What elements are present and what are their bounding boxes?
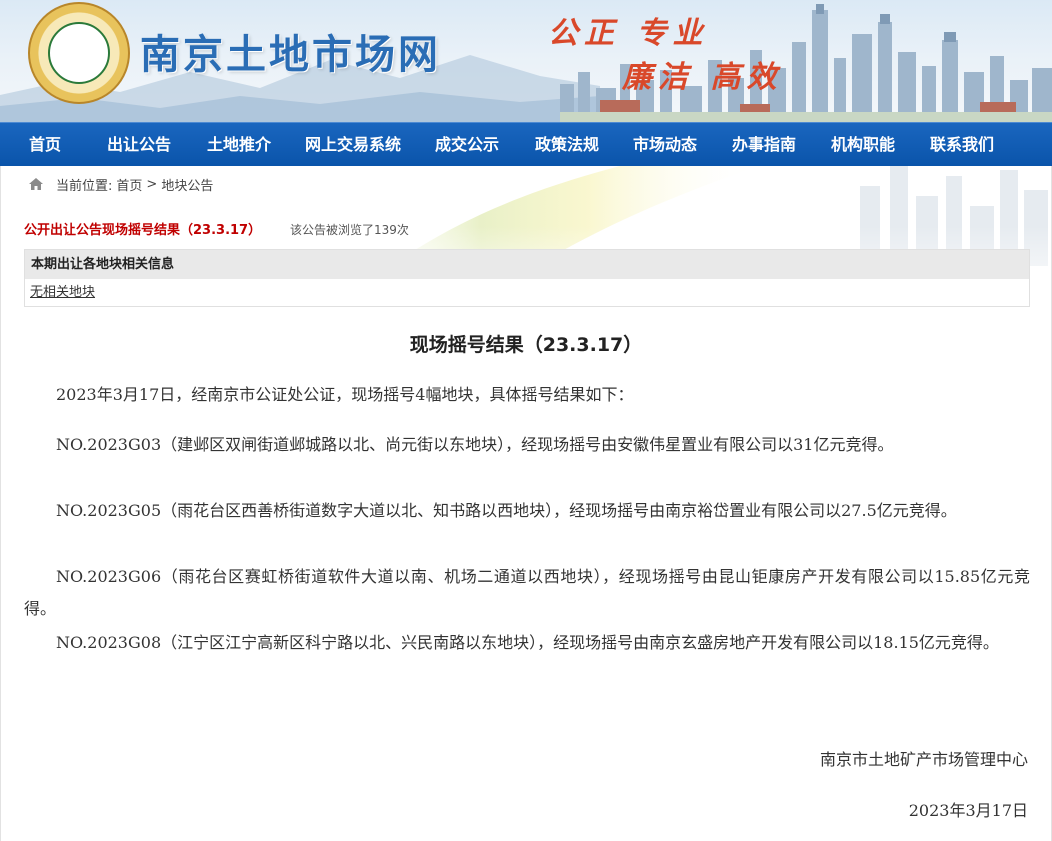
nav-item-land-transfer[interactable]: 出让公告 [96,123,182,167]
notice-title: 公开出让公告现场摇号结果（23.3.17） [24,223,262,238]
article-date: 2023年3月17日 [908,801,1028,820]
nav-item-service-guide[interactable]: 办事指南 [721,123,807,167]
nav-item-policies[interactable]: 政策法规 [524,123,610,167]
related-parcels-header: 本期出让各地块相关信息 [25,250,1029,279]
article-paragraph: NO.2023G06（雨花台区赛虹桥街道软件大道以南、机场二通道以西地块），经现… [24,567,1030,618]
article-paragraph: NO.2023G08（江宁区江宁高新区科宁路以北、兴民南路以东地块），经现场摇号… [56,633,999,652]
main-nav: 首页 出让公告 土地推介 网上交易系统 成交公示 政策法规 市场动态 办事指南 … [0,122,1052,166]
related-parcels-link[interactable]: 无相关地块 [30,285,95,300]
site-title: 南京土地市场网 [140,32,441,78]
breadcrumb-prefix: 当前位置: [56,178,113,194]
site-logo[interactable] [28,2,130,104]
view-count: 该公告被浏览了139次 [290,223,409,237]
article-paragraph: NO.2023G03（建邺区双闸街道邺城路以北、尚元街以东地块），经现场摇号由安… [56,435,894,454]
site-banner: 南京土地市场网 公正 专业 廉洁 高效 [0,0,1052,122]
home-icon [28,177,44,191]
article-title: 现场摇号结果（23.3.17） [409,334,643,356]
breadcrumb-current[interactable]: 地块公告 [161,175,213,194]
breadcrumb-home-link[interactable]: 首页 [116,175,142,194]
breadcrumb: 当前位置: 首页 > 地块公告 [28,174,213,194]
breadcrumb-separator: > [146,176,158,192]
article-paragraph: NO.2023G05（雨花台区西善桥街道数字大道以北、知书路以西地块），经现场摇… [56,501,957,520]
nav-item-market-news[interactable]: 市场动态 [622,123,708,167]
nav-item-online-trading[interactable]: 网上交易系统 [296,123,410,167]
nav-item-contact[interactable]: 联系我们 [919,123,1005,167]
nav-item-land-promotion[interactable]: 土地推介 [196,123,282,167]
slogan-line-1: 公正 专业 [548,16,709,51]
nav-item-functions[interactable]: 机构职能 [820,123,906,167]
slogan-line-2: 廉洁 高效 [622,60,783,95]
article-paragraph: 2023年3月17日，经南京市公证处公证，现场摇号4幅地块，具体摇号结果如下： [56,385,634,404]
article-signature: 南京市土地矿产市场管理中心 [819,750,1028,769]
nav-item-deal-publicity[interactable]: 成交公示 [424,123,510,167]
nav-item-home[interactable]: 首页 [14,123,76,167]
related-parcels-box: 本期出让各地块相关信息 无相关地块 [24,249,1030,307]
